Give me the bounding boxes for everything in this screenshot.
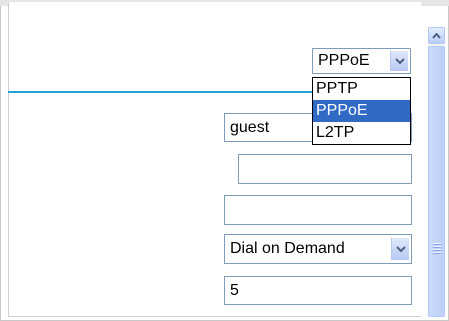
connect-mode-select[interactable]: Dial on Demand — [224, 234, 412, 264]
chevron-down-icon[interactable] — [390, 51, 408, 71]
username-value: guest — [230, 118, 270, 136]
option-pppoe[interactable]: PPPoE — [313, 100, 410, 122]
chevron-up-icon — [432, 32, 441, 39]
connect-mode-value: Dial on Demand — [230, 240, 345, 257]
password-field[interactable] — [238, 154, 412, 184]
connection-type-select[interactable]: PPPoE — [312, 48, 411, 74]
scroll-up-button[interactable] — [428, 27, 445, 44]
idle-time-value: 5 — [230, 281, 239, 299]
chevron-down-icon[interactable] — [391, 238, 409, 260]
connection-type-value: PPPoE — [318, 52, 370, 69]
idle-time-field[interactable]: 5 — [224, 276, 412, 305]
vertical-scrollbar[interactable] — [428, 27, 445, 317]
scrollbar-thumb[interactable] — [428, 46, 445, 317]
service-name-field[interactable] — [224, 195, 412, 225]
option-pptp[interactable]: PPTP — [313, 78, 410, 100]
grip-icon — [433, 243, 441, 255]
section-divider — [8, 91, 314, 93]
option-l2tp[interactable]: L2TP — [313, 122, 410, 144]
connection-type-dropdown: PPTP PPPoE L2TP — [312, 77, 411, 145]
